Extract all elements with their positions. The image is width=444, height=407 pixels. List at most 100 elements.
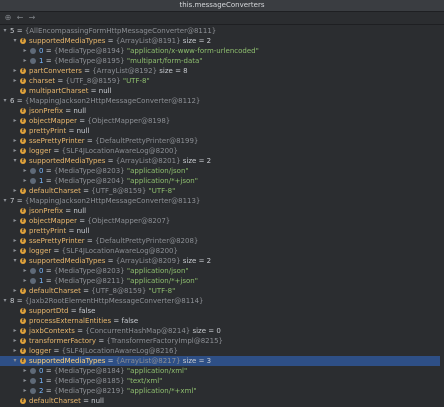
variable-value: size = 8 [159, 67, 188, 75]
tree-row[interactable]: f jsonPrefix = null [0, 106, 444, 116]
tree-row-text: 2 = {MediaType@8219} "application/*+xml" [39, 386, 197, 396]
variable-type: {MediaType@8203} [53, 267, 125, 275]
tree-row[interactable]: ▾ f supportedMediaTypes = {ArrayList@8209}… [0, 256, 444, 266]
variable-value: null [91, 397, 104, 405]
tree-row[interactable]: ▾ 8 = {Jaxb2RootElementHttpMessageConvert… [0, 296, 444, 306]
collapsed-arrow-icon[interactable]: ▸ [12, 146, 18, 156]
tree-row[interactable]: ▸ f logger = {SLF4JLocationAwareLog@8200} [0, 146, 444, 156]
tree-row[interactable]: ▸ f jaxbContexts = {ConcurrentHashMap@8214… [0, 326, 444, 336]
collapsed-arrow-icon[interactable]: ▸ [12, 286, 18, 296]
tree-row[interactable]: ▾ f supportedMediaTypes = {ArrayList@8201}… [0, 156, 444, 166]
collapsed-arrow-icon[interactable]: ▸ [12, 76, 18, 86]
tree-row[interactable]: ▸ 0 = {MediaType@8194} "application/x-www… [0, 46, 444, 56]
tree-row[interactable]: ▸ f partConverters = {ArrayList@8192} size… [0, 66, 444, 76]
collapsed-arrow-icon[interactable]: ▸ [12, 246, 18, 256]
tree-row[interactable]: ▸ f logger = {SLF4JLocationAwareLog@8216} [0, 346, 444, 356]
back-icon[interactable]: ← [16, 14, 24, 22]
equals-sign: = [70, 307, 77, 315]
collapsed-arrow-icon[interactable]: ▸ [12, 186, 18, 196]
tree-row[interactable]: ▸ 0 = {MediaType@8203} "application/json" [0, 166, 444, 176]
collapsed-arrow-icon[interactable]: ▸ [12, 136, 18, 146]
variable-name: 0 [39, 167, 44, 175]
field-icon: f [20, 38, 26, 44]
collapsed-arrow-icon[interactable]: ▸ [22, 366, 28, 376]
tree-row[interactable]: f supportDtd = false [0, 306, 444, 316]
variable-value: "UTF-8" [122, 77, 150, 85]
forward-icon[interactable]: → [28, 14, 36, 22]
tree-row[interactable]: ▸ 1 = {MediaType@8211} "application/*+jso… [0, 276, 444, 286]
collapsed-arrow-icon[interactable]: ▸ [12, 336, 18, 346]
expanded-arrow-icon[interactable]: ▾ [12, 356, 18, 366]
tree-row[interactable]: f jsonPrefix = null [0, 206, 444, 216]
tree-row[interactable]: ▾ 6 = {MappingJackson2HttpMessageConverte… [0, 96, 444, 106]
tree-row[interactable]: ▸ f ssePrettyPrinter = {DefaultPrettyPrint… [0, 136, 444, 146]
collapsed-arrow-icon[interactable]: ▸ [22, 166, 28, 176]
vertical-scrollbar[interactable] [440, 26, 444, 407]
expanded-arrow-icon[interactable]: ▾ [12, 156, 18, 166]
expanded-arrow-icon[interactable]: ▾ [12, 256, 18, 266]
collapsed-arrow-icon[interactable]: ▸ [22, 266, 28, 276]
collapsed-arrow-icon[interactable]: ▸ [12, 66, 18, 76]
expanded-arrow-icon[interactable]: ▾ [2, 96, 8, 106]
variable-type: {ArrayList@8209} [115, 257, 181, 265]
field-icon: f [20, 228, 26, 234]
tree-row[interactable]: ▸ f defaultCharset = {UTF_8@8159} "UTF-8" [0, 286, 444, 296]
expanded-arrow-icon[interactable]: ▾ [12, 36, 18, 46]
tree-row[interactable]: f processExternalEntities = false [0, 316, 444, 326]
collapsed-arrow-icon[interactable]: ▸ [22, 386, 28, 396]
tree-row[interactable]: f prettyPrint = null [0, 126, 444, 136]
collapsed-arrow-icon[interactable]: ▸ [22, 46, 28, 56]
collapsed-arrow-icon[interactable]: ▸ [22, 56, 28, 66]
tree-row[interactable]: ▸ 1 = {MediaType@8195} "multipart/form-da… [0, 56, 444, 66]
collapsed-arrow-icon[interactable]: ▸ [22, 276, 28, 286]
tree-row[interactable]: ▸ 0 = {MediaType@8203} "application/json" [0, 266, 444, 276]
collapsed-arrow-icon[interactable]: ▸ [22, 376, 28, 386]
tree-row-text: jsonPrefix = null [29, 106, 86, 116]
array-element-icon [30, 58, 36, 64]
tree-row[interactable]: ▾ 5 = {AllEncompassingFormHttpMessageConv… [0, 26, 444, 36]
collapsed-arrow-icon[interactable]: ▸ [22, 176, 28, 186]
equals-sign: = [45, 167, 52, 175]
field-icon: f [20, 118, 26, 124]
tree-row[interactable]: f defaultCharset = null [0, 396, 444, 406]
expanded-arrow-icon[interactable]: ▾ [2, 196, 8, 206]
collapsed-arrow-icon[interactable]: ▸ [12, 116, 18, 126]
tree-row[interactable]: ▸ f transformerFactory = {TransformerFacto… [0, 336, 444, 346]
equals-sign: = [16, 297, 23, 305]
window-title: this.messageConverters [0, 0, 444, 12]
tree-row[interactable]: ▾ 7 = {MappingJackson2HttpMessageConverte… [0, 196, 444, 206]
tree-row[interactable]: f prettyPrint = null [0, 226, 444, 236]
collapsed-arrow-icon[interactable]: ▸ [12, 326, 18, 336]
tree-row[interactable]: ▸ f ssePrettyPrinter = {DefaultPrettyPrint… [0, 236, 444, 246]
tree-row-text: 5 = {AllEncompassingFormHttpMessageConve… [10, 26, 216, 36]
variable-type: {DefaultPrettyPrinter@8208} [95, 237, 199, 245]
variable-type: {MediaType@8211} [53, 277, 125, 285]
array-element-icon [30, 368, 36, 374]
pin-icon[interactable]: ⊕ [4, 14, 12, 22]
expanded-arrow-icon[interactable]: ▾ [2, 296, 8, 306]
tree-row[interactable]: ▾ f supportedMediaTypes = {ArrayList@8217}… [0, 356, 444, 366]
tree-row[interactable]: ▸ f objectMapper = {ObjectMapper@8198} [0, 116, 444, 126]
tree-row-text: logger = {SLF4JLocationAwareLog@8200} [29, 246, 178, 256]
tree-row[interactable]: ▸ f logger = {SLF4JLocationAwareLog@8200} [0, 246, 444, 256]
variable-name: logger [29, 347, 52, 355]
variable-name: 0 [39, 267, 44, 275]
variable-name: defaultCharset [29, 397, 81, 405]
tree-row[interactable]: ▸ 0 = {MediaType@8184} "application/xml" [0, 366, 444, 376]
collapsed-arrow-icon[interactable]: ▸ [12, 346, 18, 356]
tree-row[interactable]: ▸ f defaultCharset = {UTF_8@8159} "UTF-8" [0, 186, 444, 196]
tree-row[interactable]: f multipartCharset = null [0, 86, 444, 96]
collapsed-arrow-icon[interactable]: ▸ [12, 236, 18, 246]
tree-row[interactable]: ▸ 1 = {MediaType@8204} "application/*+jso… [0, 176, 444, 186]
expanded-arrow-icon[interactable]: ▾ [2, 26, 8, 36]
variable-value: size = 2 [182, 157, 212, 165]
tree-row[interactable]: ▸ f charset = {UTF_8@8159} "UTF-8" [0, 76, 444, 86]
tree-row-text: charset = {UTF_8@8159} "UTF-8" [29, 76, 150, 86]
variable-name: supportedMediaTypes [29, 257, 106, 265]
collapsed-arrow-icon[interactable]: ▸ [12, 216, 18, 226]
variable-name: 8 [10, 297, 15, 305]
tree-row[interactable]: ▸ 2 = {MediaType@8219} "application/*+xml… [0, 386, 444, 396]
tree-row[interactable]: ▸ f objectMapper = {ObjectMapper@8207} [0, 216, 444, 226]
tree-row[interactable]: ▸ 1 = {MediaType@8185} "text/xml" [0, 376, 444, 386]
tree-row[interactable]: ▾ f supportedMediaTypes = {ArrayList@8191}… [0, 36, 444, 46]
